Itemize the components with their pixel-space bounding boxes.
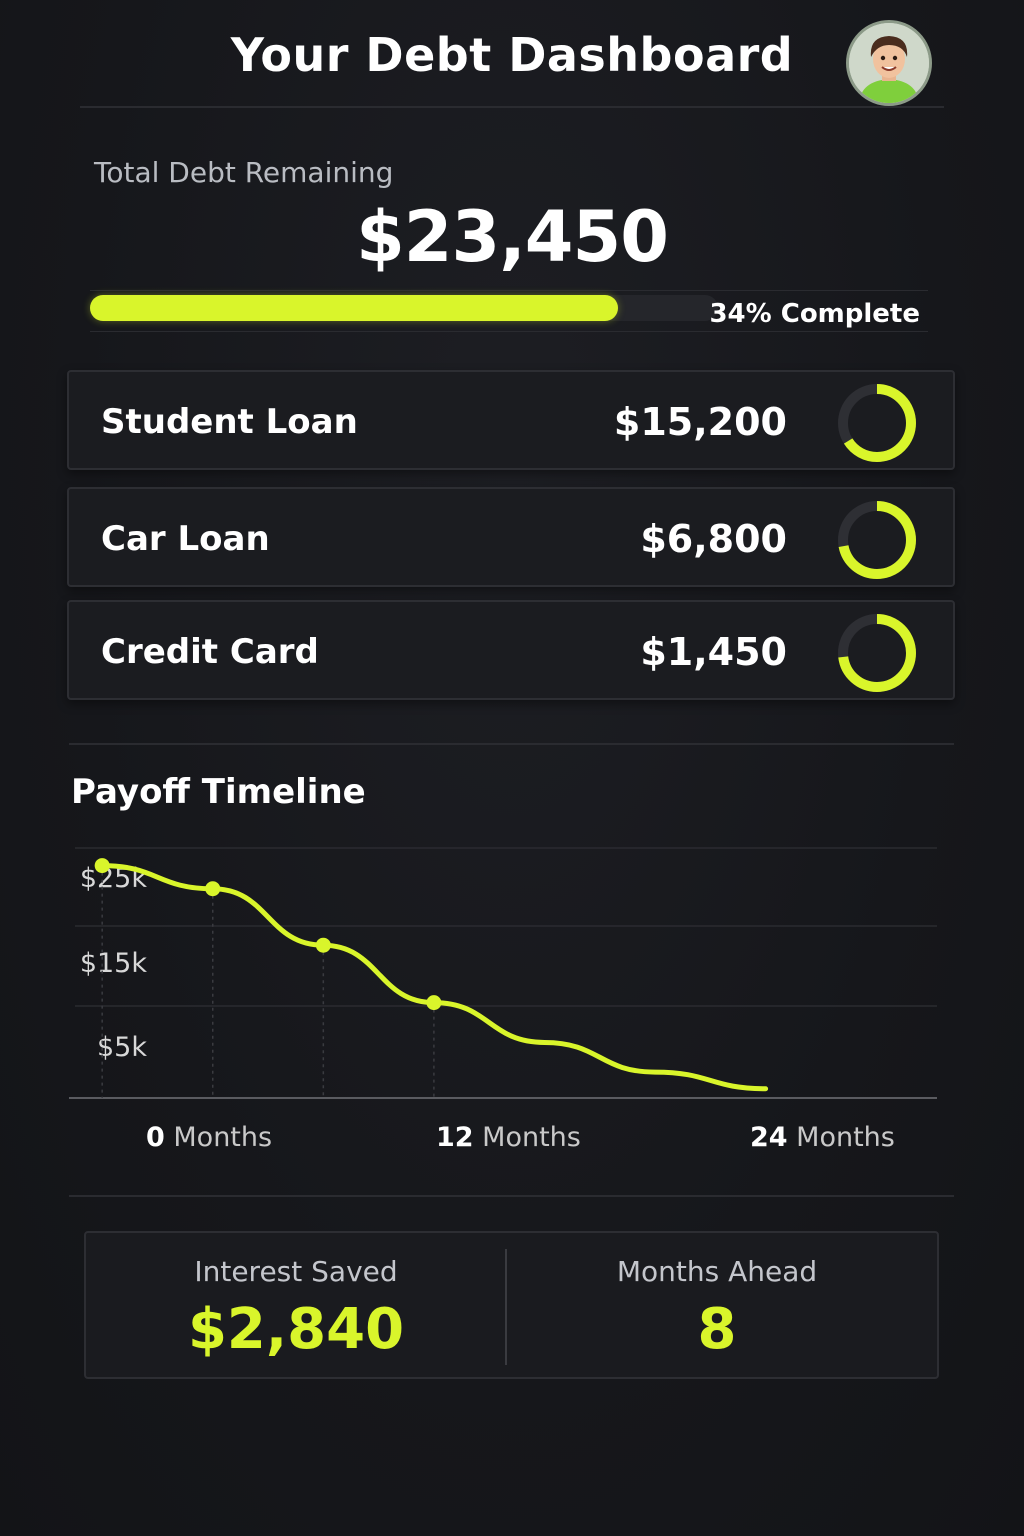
- debt-row-car-loan[interactable]: Car Loan $6,800: [67, 487, 955, 587]
- total-debt-amount: $23,450: [356, 196, 669, 278]
- total-debt-label: Total Debt Remaining: [94, 156, 394, 189]
- y-tick-label: $25k: [80, 863, 148, 894]
- progress-ring-icon: [838, 501, 916, 579]
- debt-amount: $15,200: [613, 400, 787, 444]
- header: Your Debt Dashboard: [80, 0, 944, 108]
- progress-track: [90, 295, 718, 321]
- user-avatar-icon: [849, 23, 929, 103]
- progress-ring-icon: [838, 384, 916, 462]
- y-tick-label: $15k: [80, 948, 148, 979]
- debt-amount: $6,800: [640, 517, 787, 561]
- section-divider: [69, 1195, 954, 1197]
- progress-ring-icon: [838, 614, 916, 692]
- stat-label: Months Ahead: [616, 1255, 818, 1288]
- interest-saved-stat: Interest Saved $2,840: [86, 1233, 506, 1381]
- stat-label: Interest Saved: [194, 1255, 398, 1288]
- data-point: [426, 995, 442, 1011]
- data-point: [315, 937, 331, 953]
- section-divider: [69, 743, 954, 745]
- progress-fill: [90, 295, 618, 321]
- data-point: [205, 881, 221, 897]
- stats-panel: Interest Saved $2,840 Months Ahead 8: [84, 1231, 939, 1379]
- progress-percent-text: 34% Complete: [709, 299, 920, 329]
- debt-amount: $1,450: [640, 630, 787, 674]
- series-line: [99, 863, 769, 1092]
- debt-name: Student Loan: [101, 402, 358, 442]
- debt-name: Credit Card: [101, 632, 319, 672]
- stat-value: 8: [697, 1297, 737, 1362]
- debt-dashboard-page: Your Debt Dashboard Total Debt Remaining…: [0, 0, 1024, 1536]
- timeline-title: Payoff Timeline: [71, 772, 366, 812]
- data-point: [94, 858, 110, 874]
- months-ahead-stat: Months Ahead 8: [507, 1233, 927, 1381]
- page-title: Your Debt Dashboard: [230, 28, 794, 82]
- x-tick-label: 24 Months: [750, 1122, 895, 1153]
- y-tick-label: $5k: [97, 1032, 147, 1063]
- avatar[interactable]: [846, 20, 932, 106]
- stat-value: $2,840: [187, 1297, 405, 1362]
- debt-row-student-loan[interactable]: Student Loan $15,200: [67, 370, 955, 470]
- x-tick-label: 12 Months: [436, 1122, 581, 1153]
- debt-name: Car Loan: [101, 519, 270, 559]
- debt-row-credit-card[interactable]: Credit Card $1,450: [67, 600, 955, 700]
- debt-progress: 34% Complete: [90, 290, 928, 332]
- x-tick-label: 0 Months: [146, 1122, 273, 1153]
